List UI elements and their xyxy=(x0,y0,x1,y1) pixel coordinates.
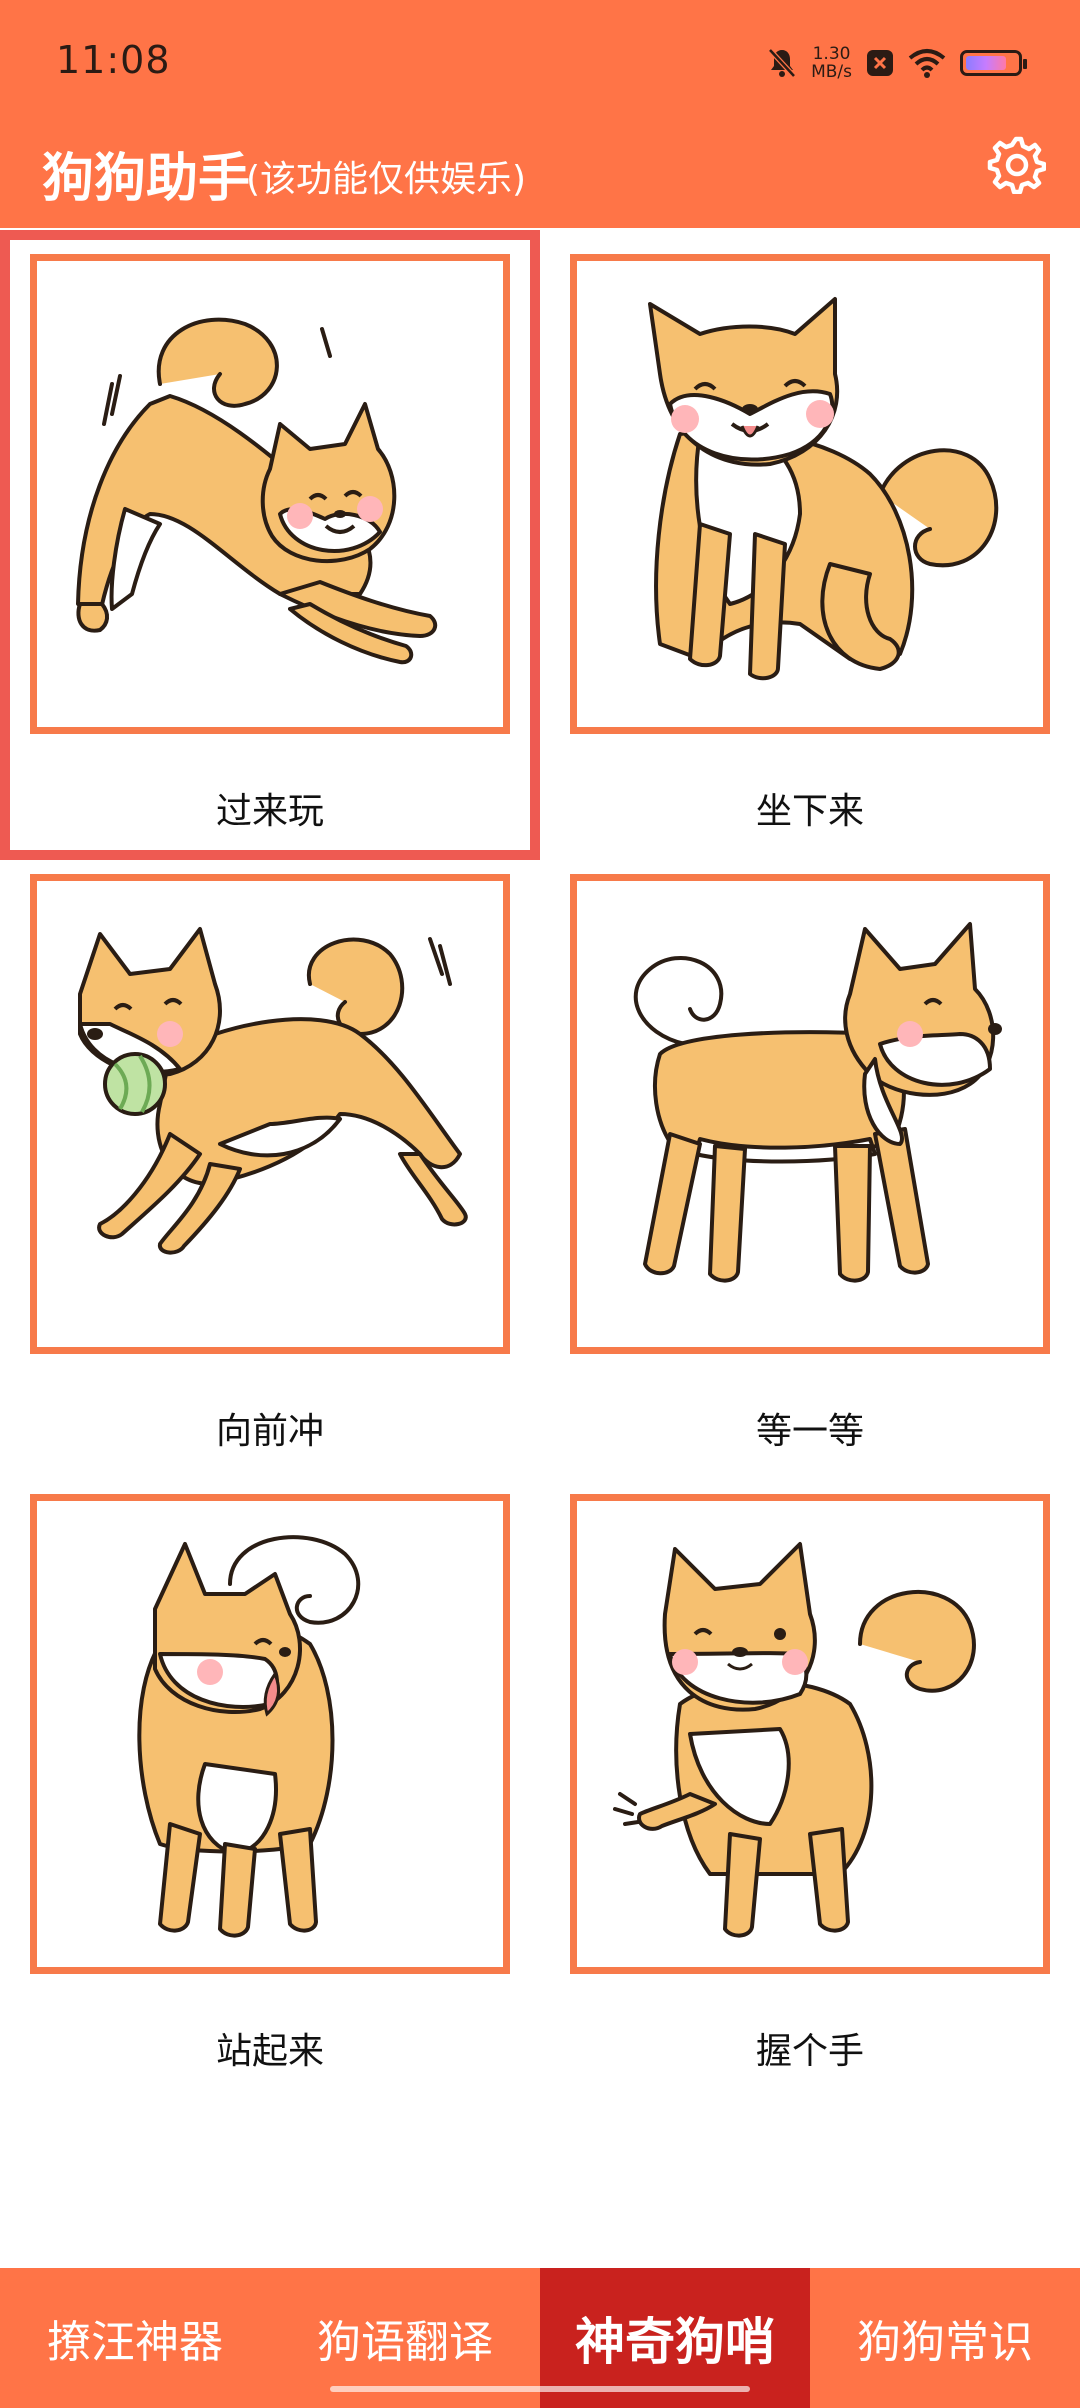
home-indicator[interactable] xyxy=(330,2386,750,2392)
command-label: 坐下来 xyxy=(755,791,864,832)
shiba-ball-illustration xyxy=(78,927,468,1255)
settings-button[interactable] xyxy=(986,134,1046,194)
page-title: 狗狗助手 xyxy=(42,149,251,209)
network-speed: 1.30 MB/s xyxy=(811,45,852,81)
battery-icon xyxy=(960,50,1027,76)
dog-illustration-frame xyxy=(30,874,510,1354)
top-bar: 11:08 1.30 MB/s 狗狗助手 (该功能仅供娱乐) xyxy=(0,0,1080,228)
shiba-shake-hands-illustration xyxy=(613,1542,976,1938)
command-label: 过来玩 xyxy=(215,791,324,832)
command-card-shake-hands[interactable]: 握个手 xyxy=(550,1480,1070,2090)
dog-illustration-frame xyxy=(30,254,510,734)
command-label: 向前冲 xyxy=(215,1411,324,1452)
shiba-standing-illustration xyxy=(633,922,1002,1283)
tab-dog-teaser[interactable]: 撩汪神器 xyxy=(0,2268,270,2408)
command-card-stand-up[interactable]: 站起来 xyxy=(10,1480,530,2090)
bottom-nav: 撩汪神器 狗语翻译 神奇狗哨 狗狗常识 xyxy=(0,2268,1080,2408)
shiba-stand-up-illustration xyxy=(137,1535,361,1938)
command-label: 站起来 xyxy=(215,2031,324,2072)
app-screen: 11:08 1.30 MB/s 狗狗助手 (该功能仅供娱乐) 过来玩 坐下来 向… xyxy=(0,0,1080,2408)
command-card-sit-down[interactable]: 坐下来 xyxy=(550,240,1070,850)
battery-fill xyxy=(966,56,1006,70)
page-subtitle: (该功能仅供娱乐) xyxy=(246,159,527,200)
command-label: 等一等 xyxy=(755,1411,864,1452)
notification-x-icon xyxy=(866,49,894,77)
dog-illustration-frame xyxy=(30,1494,510,1974)
command-card-charge-forward[interactable]: 向前冲 xyxy=(10,860,530,1470)
status-icons: 1.30 MB/s xyxy=(767,40,1027,86)
wifi-icon xyxy=(908,48,946,78)
shiba-sitting-illustration xyxy=(648,297,999,681)
gear-icon xyxy=(987,136,1046,194)
network-speed-value: 1.30 xyxy=(812,44,851,64)
shiba-play-bow-illustration xyxy=(76,317,438,665)
command-card-come-play[interactable]: 过来玩 xyxy=(0,230,540,860)
dog-illustration-frame xyxy=(570,874,1050,1354)
dog-illustration-frame xyxy=(570,254,1050,734)
command-label: 握个手 xyxy=(755,2031,864,2072)
tab-dog-knowledge[interactable]: 狗狗常识 xyxy=(810,2268,1080,2408)
status-time: 11:08 xyxy=(56,38,171,82)
network-speed-unit: MB/s xyxy=(811,62,852,82)
mute-bell-icon xyxy=(767,47,797,79)
dog-illustration-frame xyxy=(570,1494,1050,1974)
command-card-wait[interactable]: 等一等 xyxy=(550,860,1070,1470)
